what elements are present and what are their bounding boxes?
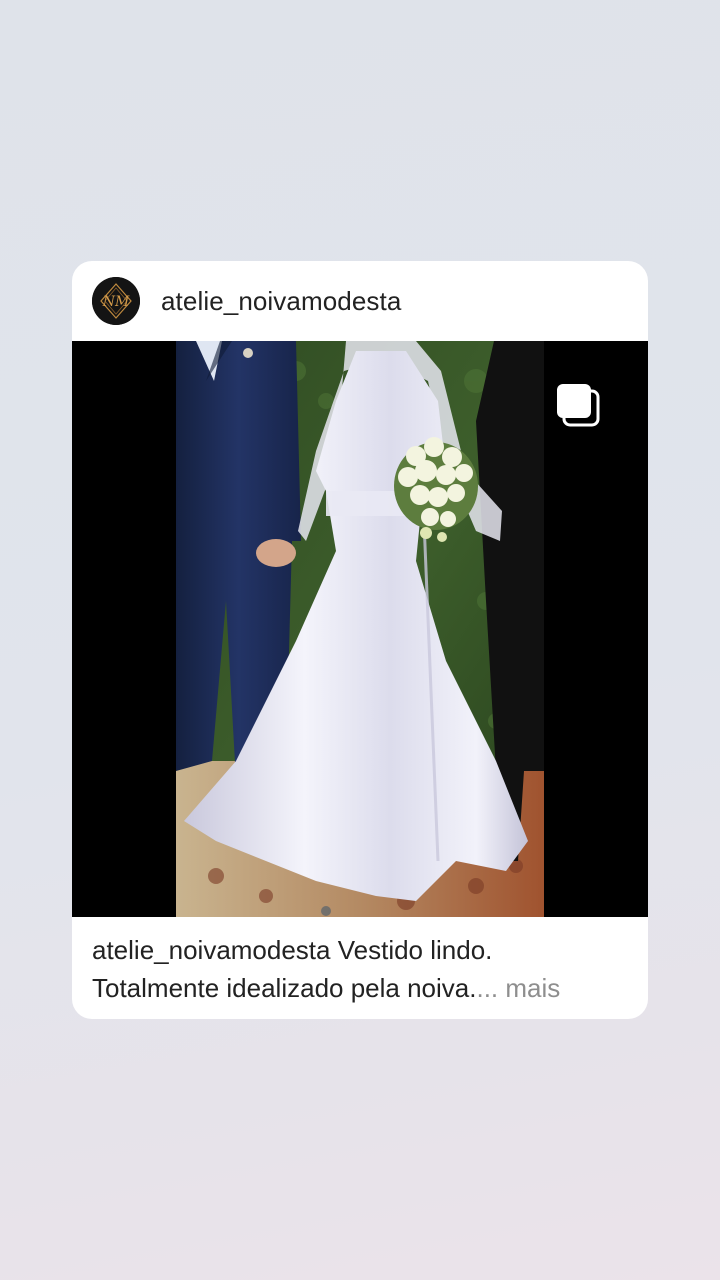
profile-avatar[interactable]: NM (92, 277, 140, 325)
caption-username[interactable]: atelie_noivamodesta (92, 935, 331, 965)
svg-text:NM: NM (102, 294, 130, 310)
post-username[interactable]: atelie_noivamodesta (161, 286, 401, 317)
shared-post-card[interactable]: NM atelie_noivamodesta atelie_noivamodes… (72, 261, 648, 1019)
caption-more-link[interactable]: mais (498, 973, 560, 1003)
multiple-images-icon (557, 384, 600, 427)
caption-text-line1: Vestido lindo. (330, 935, 493, 965)
caption-text-line2: Totalmente idealizado pela noiva. (92, 973, 477, 1003)
wedding-photo (176, 341, 544, 917)
avatar-logo-icon: NM (92, 277, 140, 325)
post-media[interactable] (72, 341, 648, 917)
post-caption: atelie_noivamodesta Vestido lindo. Totalm… (92, 931, 632, 1007)
caption-ellipsis: ... (476, 973, 499, 1003)
post-header[interactable]: NM atelie_noivamodesta (72, 261, 648, 341)
